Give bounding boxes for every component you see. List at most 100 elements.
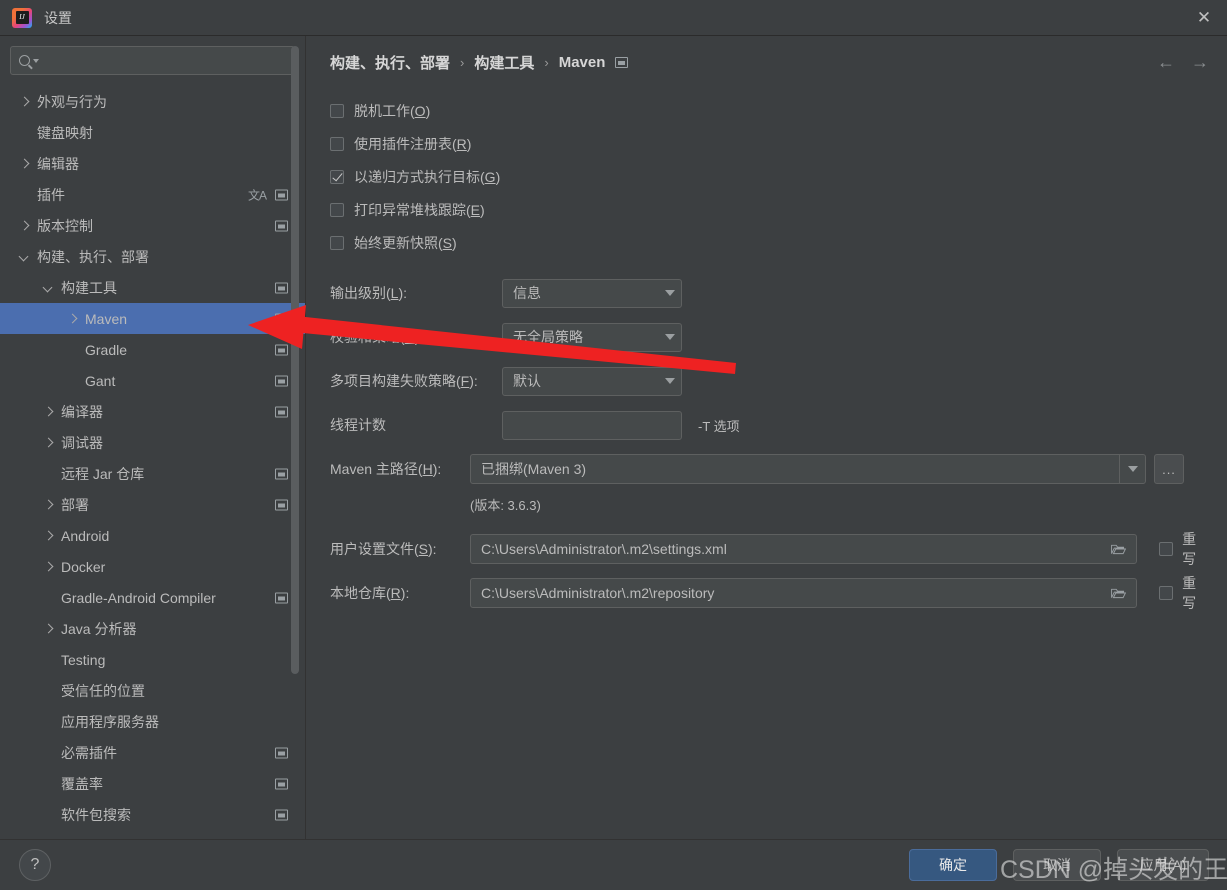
apply-button[interactable]: 应用(A) [1117, 849, 1209, 881]
chevron-right-icon[interactable] [18, 157, 32, 171]
sidebar-item-[interactable]: 版本控制 [0, 210, 305, 241]
sidebar-item-gant[interactable]: Gant [0, 365, 305, 396]
sidebar-item-testing[interactable]: Testing [0, 644, 305, 675]
chevron-right-icon[interactable] [42, 622, 56, 636]
sidebar-item-jar[interactable]: 远程 Jar 仓库 [0, 458, 305, 489]
chevron-down-icon[interactable] [665, 378, 675, 384]
project-scope-icon [275, 747, 288, 758]
folder-icon[interactable] [1111, 587, 1127, 599]
thread-count-input[interactable] [502, 410, 682, 440]
sidebar-item-[interactable]: 编译器 [0, 396, 305, 427]
sidebar-item-badges [275, 778, 288, 789]
project-scope-icon [275, 809, 288, 820]
cancel-button[interactable]: 取消 [1013, 849, 1101, 881]
chevron-right-icon[interactable] [18, 219, 32, 233]
sidebar-item-[interactable]: 键盘映射 [0, 117, 305, 148]
checkbox-row[interactable]: 打印异常堆栈跟踪(E) [330, 193, 1210, 226]
field-row: 线程计数 -T 选项 [330, 403, 1210, 447]
sidebar-item-badges [275, 809, 288, 820]
sidebar-item-[interactable]: 构建、执行、部署 [0, 241, 305, 272]
combo-2[interactable]: 默认 [502, 366, 682, 396]
sidebar-item-[interactable]: 必需插件 [0, 737, 305, 768]
checkbox-row[interactable]: 脱机工作(O) [330, 94, 1210, 127]
folder-icon[interactable] [1111, 543, 1127, 555]
chevron-right-icon[interactable] [42, 560, 56, 574]
breadcrumb-item-1[interactable]: 构建工具 [474, 52, 534, 73]
sidebar-scrollbar[interactable] [291, 46, 299, 674]
chevron-right-icon[interactable] [42, 436, 56, 450]
project-scope-icon [275, 468, 288, 479]
checkbox-0[interactable] [330, 103, 344, 118]
nav-back-icon[interactable]: ← [1157, 52, 1175, 73]
sidebar-item-label: 外观与行为 [37, 93, 107, 110]
chevron-down-icon[interactable] [42, 281, 56, 295]
path-input-0[interactable]: C:\Users\Administrator\.m2\settings.xml [470, 534, 1138, 564]
sidebar-item-gradle[interactable]: Gradle [0, 334, 305, 365]
search-input[interactable] [45, 53, 286, 68]
chevron-down-icon[interactable] [18, 250, 32, 264]
sidebar-item-[interactable]: 应用程序服务器 [0, 706, 305, 737]
checkbox-row[interactable]: 始终更新快照(S) [330, 226, 1210, 259]
path-row: 用户设置文件(S): C:\Users\Administrator\.m2\set… [330, 527, 1210, 571]
sidebar-item-badges [275, 592, 288, 603]
settings-content: 构建、执行、部署 › 构建工具 › Maven ← → 脱机工作(O) 使用插件注… [307, 36, 1227, 839]
project-scope-icon [275, 406, 288, 417]
path-label: 用户设置文件(S): [330, 541, 437, 557]
chevron-down-icon[interactable] [665, 334, 675, 340]
sidebar-item-maven[interactable]: Maven [0, 303, 305, 334]
maven-home-combo[interactable]: 已捆绑(Maven 3) [470, 454, 1146, 484]
chevron-down-icon[interactable] [665, 290, 675, 296]
checkbox-2[interactable] [330, 169, 344, 184]
maven-home-browse-button[interactable]: ... [1154, 454, 1184, 484]
combo-1[interactable]: 无全局策略 [502, 322, 682, 352]
checkbox-row[interactable]: 使用插件注册表(R) [330, 127, 1210, 160]
override-checkbox-row[interactable]: 重写 [1159, 529, 1210, 569]
chevron-right-icon[interactable] [42, 529, 56, 543]
sidebar-item-[interactable]: 构建工具 [0, 272, 305, 303]
search-icon [19, 55, 30, 66]
sidebar-item-java[interactable]: Java 分析器 [0, 613, 305, 644]
chevron-right-icon[interactable] [18, 95, 32, 109]
sidebar-item-badges [275, 406, 288, 417]
sidebar-item-[interactable]: 软件包搜索 [0, 799, 305, 830]
sidebar-item-[interactable]: 受信任的位置 [0, 675, 305, 706]
sidebar-item-[interactable]: 编辑器 [0, 148, 305, 179]
breadcrumb-item-2[interactable]: Maven [559, 54, 606, 71]
ok-button[interactable]: 确定 [909, 849, 997, 881]
sidebar-item-[interactable]: 外观与行为 [0, 86, 305, 117]
path-input-1[interactable]: C:\Users\Administrator\.m2\repository [470, 578, 1138, 608]
override-checkbox-row[interactable]: 重写 [1159, 573, 1210, 613]
checkbox-1[interactable] [330, 136, 344, 151]
nav-forward-icon[interactable]: → [1191, 52, 1209, 73]
sidebar-item-[interactable]: 插件 文A [0, 179, 305, 210]
sidebar-item-badges [275, 499, 288, 510]
sidebar-item-[interactable]: 调试器 [0, 427, 305, 458]
sidebar-item-android[interactable]: Android [0, 520, 305, 551]
chevron-down-icon[interactable] [33, 58, 39, 63]
sidebar-item-badges [275, 344, 288, 355]
sidebar-item-docker[interactable]: Docker [0, 551, 305, 582]
sidebar-item-[interactable]: 部署 [0, 489, 305, 520]
search-box[interactable] [10, 46, 295, 75]
chevron-down-icon[interactable] [1119, 455, 1145, 483]
checkbox-row[interactable]: 以递归方式执行目标(G) [330, 160, 1210, 193]
sidebar-item-badges: 文A [248, 186, 288, 203]
breadcrumb-item-0[interactable]: 构建、执行、部署 [330, 52, 450, 73]
sidebar-item-[interactable]: 覆盖率 [0, 768, 305, 799]
help-button[interactable]: ? [19, 849, 51, 881]
chevron-right-icon[interactable] [42, 498, 56, 512]
settings-dialog: IJ 设置 ✕ 外观与行为 键盘映射 编辑器 插件 文A 版本控制 构建、执行、部署 构建工具… [0, 0, 1227, 890]
sidebar-item-gradle-android-compiler[interactable]: Gradle-Android Compiler [0, 582, 305, 613]
override-checkbox-0[interactable] [1159, 542, 1174, 556]
checkbox-4[interactable] [330, 235, 344, 250]
chevron-right-icon[interactable] [66, 312, 80, 326]
chevron-right-icon[interactable] [42, 405, 56, 419]
override-checkbox-1[interactable] [1159, 586, 1174, 600]
close-icon[interactable]: ✕ [1181, 0, 1227, 35]
combo-0[interactable]: 信息 [502, 278, 682, 308]
checkbox-3[interactable] [330, 202, 344, 217]
sidebar-item-label: 覆盖率 [61, 775, 103, 792]
